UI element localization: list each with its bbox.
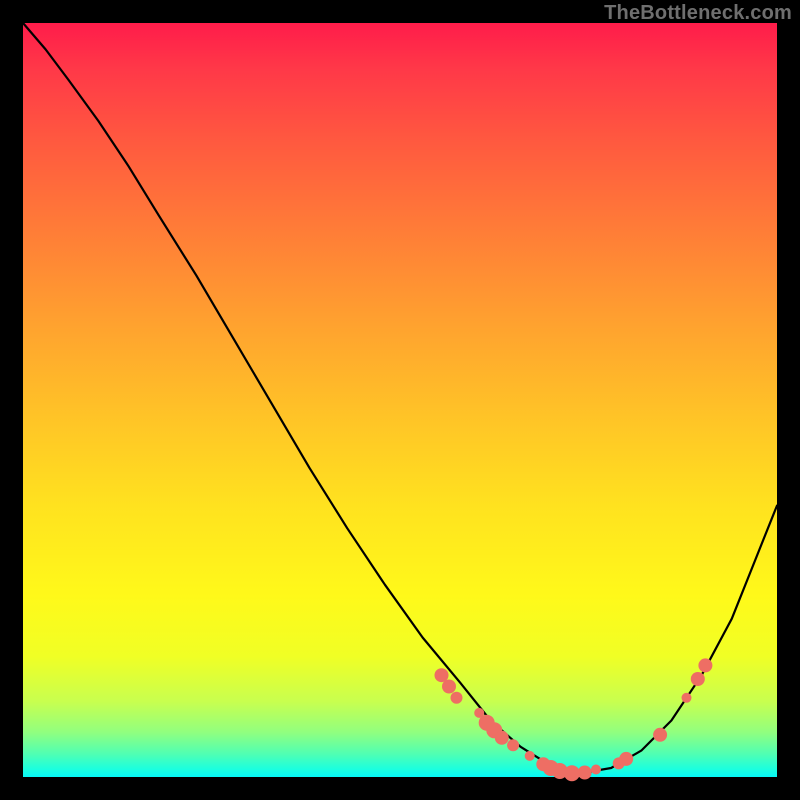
plot-area bbox=[23, 23, 777, 777]
chart-svg bbox=[23, 23, 777, 777]
data-marker bbox=[507, 739, 519, 751]
data-marker bbox=[591, 765, 601, 775]
data-marker bbox=[698, 658, 712, 672]
data-marker bbox=[682, 693, 692, 703]
data-marker bbox=[495, 731, 509, 745]
data-marker bbox=[619, 752, 633, 766]
watermark-text: TheBottleneck.com bbox=[604, 2, 792, 25]
data-marker bbox=[564, 765, 580, 781]
data-marker bbox=[451, 692, 463, 704]
data-marker bbox=[525, 751, 535, 761]
data-marker bbox=[691, 672, 705, 686]
data-marker bbox=[578, 766, 592, 780]
bottleneck-curve bbox=[23, 23, 777, 773]
data-marker bbox=[653, 728, 667, 742]
data-marker bbox=[442, 680, 456, 694]
